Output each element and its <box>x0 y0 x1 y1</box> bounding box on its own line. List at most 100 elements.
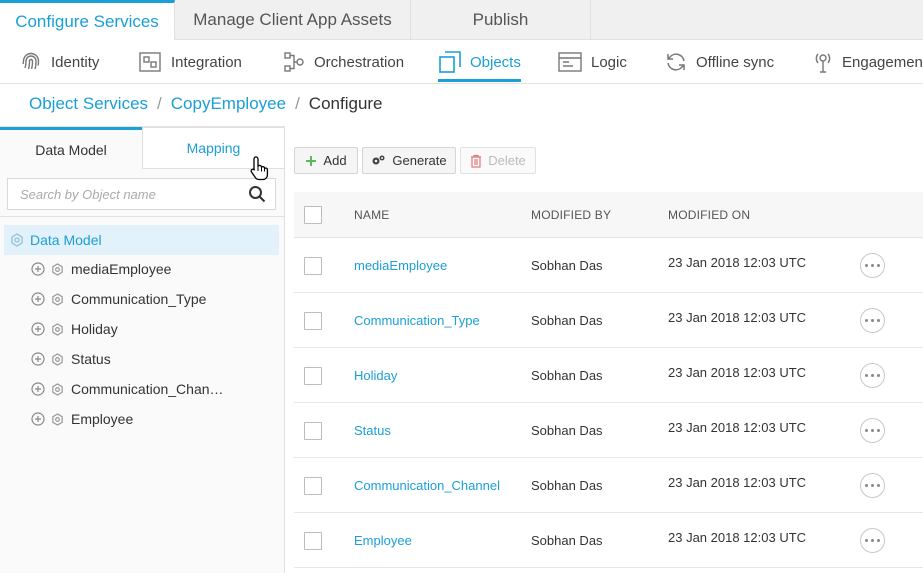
tree-item-label: mediaEmployee <box>71 261 172 277</box>
modified-on: 23 Jan 2018 12:03 UTC <box>668 255 807 270</box>
more-options-button[interactable] <box>860 473 885 498</box>
tree-root-data-model[interactable]: Data Model <box>4 225 279 255</box>
object-name-link[interactable]: Holiday <box>354 348 397 403</box>
modified-on: 23 Jan 2018 12:03 UTC <box>668 475 807 490</box>
table-row: Status Sobhan Das 23 Jan 2018 12:03 UTC <box>294 403 923 458</box>
divider <box>0 216 285 217</box>
more-options-button[interactable] <box>860 528 885 553</box>
tree-item-label: Holiday <box>71 321 118 337</box>
tree-item[interactable]: Employee <box>31 408 133 430</box>
expand-icon[interactable] <box>31 382 45 396</box>
search-input[interactable] <box>8 179 239 209</box>
more-options-button[interactable] <box>860 308 885 333</box>
more-options-button[interactable] <box>860 363 885 388</box>
modified-by: Sobhan Das <box>531 423 603 438</box>
tree-item-label: Communication_Chan… <box>71 381 224 397</box>
modified-on: 23 Jan 2018 12:03 UTC <box>668 310 807 325</box>
breadcrumb-current: Configure <box>308 94 383 113</box>
tree-item[interactable]: Communication_Chan… <box>31 378 224 400</box>
expand-icon[interactable] <box>31 412 45 426</box>
column-header-modified-by[interactable]: MODIFIED BY <box>531 192 611 238</box>
column-header-name[interactable]: NAME <box>354 192 389 238</box>
gear-icon <box>52 262 63 276</box>
expand-icon[interactable] <box>31 322 45 336</box>
modified-by: Sobhan Das <box>531 478 603 493</box>
search-button[interactable] <box>239 179 275 209</box>
breadcrumb-copyemployee[interactable]: CopyEmployee <box>171 94 286 114</box>
add-button[interactable]: Add <box>294 147 358 174</box>
tree-item[interactable]: mediaEmployee <box>31 258 171 280</box>
modified-by: Sobhan Das <box>531 533 603 548</box>
expand-icon[interactable] <box>31 262 45 276</box>
left-panel-tabs: Data Model Mapping <box>0 127 285 169</box>
row-checkbox[interactable] <box>304 532 322 550</box>
nav-offline-sync-label: Offline sync <box>696 53 775 71</box>
nav-engagement-label: Engagement <box>842 53 923 71</box>
more-options-button[interactable] <box>860 253 885 278</box>
modified-by: Sobhan Das <box>531 258 603 273</box>
nav-objects[interactable]: Objects <box>438 40 521 84</box>
tab-manage-client-app-assets[interactable]: Manage Client App Assets <box>175 0 411 40</box>
gear-icon <box>52 292 63 306</box>
delete-button[interactable]: Delete <box>460 147 536 174</box>
nav-identity-label: Identity <box>51 53 100 71</box>
tab-data-model[interactable]: Data Model <box>0 127 142 169</box>
tree-item[interactable]: Communication_Type <box>31 288 206 310</box>
nav-identity[interactable]: Identity <box>19 40 99 84</box>
nav-engagement[interactable]: Engagement <box>812 40 923 84</box>
expand-icon[interactable] <box>31 352 45 366</box>
row-checkbox[interactable] <box>304 422 322 440</box>
gears-icon <box>372 155 385 165</box>
add-button-label: Add <box>323 153 347 168</box>
gear-icon <box>52 322 63 336</box>
table-row: Communication_Channel Sobhan Das 23 Jan … <box>294 458 923 513</box>
puzzle-icon <box>139 52 161 72</box>
nav-orchestration-label: Orchestration <box>314 53 405 71</box>
row-checkbox[interactable] <box>304 477 322 495</box>
nav-offline-sync[interactable]: Offline sync <box>664 40 774 84</box>
object-name-link[interactable]: Employee <box>354 513 412 568</box>
modified-on: 23 Jan 2018 12:03 UTC <box>668 530 807 545</box>
object-name-link[interactable]: mediaEmployee <box>354 238 447 293</box>
nav-logic[interactable]: Logic <box>557 40 627 84</box>
select-all-checkbox[interactable] <box>304 206 322 224</box>
modified-by: Sobhan Das <box>531 368 603 383</box>
tab-configure-services[interactable]: Configure Services <box>0 0 175 40</box>
engagement-icon <box>815 53 831 73</box>
nav-objects-label: Objects <box>470 53 521 71</box>
modified-on: 23 Jan 2018 12:03 UTC <box>668 365 807 380</box>
object-name-link[interactable]: Status <box>354 403 391 458</box>
logic-icon <box>558 52 582 72</box>
expand-icon[interactable] <box>31 292 45 306</box>
trash-icon <box>471 154 482 168</box>
nav-integration[interactable]: Integration <box>138 40 242 84</box>
sync-icon <box>667 53 685 71</box>
nav-logic-label: Logic <box>591 53 627 71</box>
top-tab-bar: Configure Services Manage Client App Ass… <box>0 0 923 40</box>
tree-item-label: Employee <box>71 411 134 427</box>
object-name-link[interactable]: Communication_Channel <box>354 458 500 513</box>
generate-button[interactable]: Generate <box>362 147 456 174</box>
gear-icon <box>11 233 23 247</box>
column-header-modified-on[interactable]: MODIFIED ON <box>668 192 750 238</box>
tab-publish[interactable]: Publish <box>411 0 591 40</box>
gear-icon <box>52 412 63 426</box>
breadcrumb-separator: / <box>157 94 162 113</box>
table-row: Communication_Type Sobhan Das 23 Jan 201… <box>294 293 923 348</box>
flow-icon <box>284 52 304 72</box>
row-checkbox[interactable] <box>304 367 322 385</box>
tree-item-label: Communication_Type <box>71 291 207 307</box>
tree-root-label: Data Model <box>30 232 102 248</box>
tree-item[interactable]: Status <box>31 348 111 370</box>
fingerprint-icon <box>22 52 40 70</box>
row-checkbox[interactable] <box>304 312 322 330</box>
object-search <box>7 178 276 210</box>
more-options-button[interactable] <box>860 418 885 443</box>
nav-orchestration[interactable]: Orchestration <box>282 40 404 84</box>
tree-item[interactable]: Holiday <box>31 318 118 340</box>
breadcrumb-object-services[interactable]: Object Services <box>29 94 148 114</box>
row-checkbox[interactable] <box>304 257 322 275</box>
service-nav: Identity Integration Orchestration Objec… <box>0 40 923 84</box>
object-name-link[interactable]: Communication_Type <box>354 293 480 348</box>
plus-icon <box>306 155 317 166</box>
